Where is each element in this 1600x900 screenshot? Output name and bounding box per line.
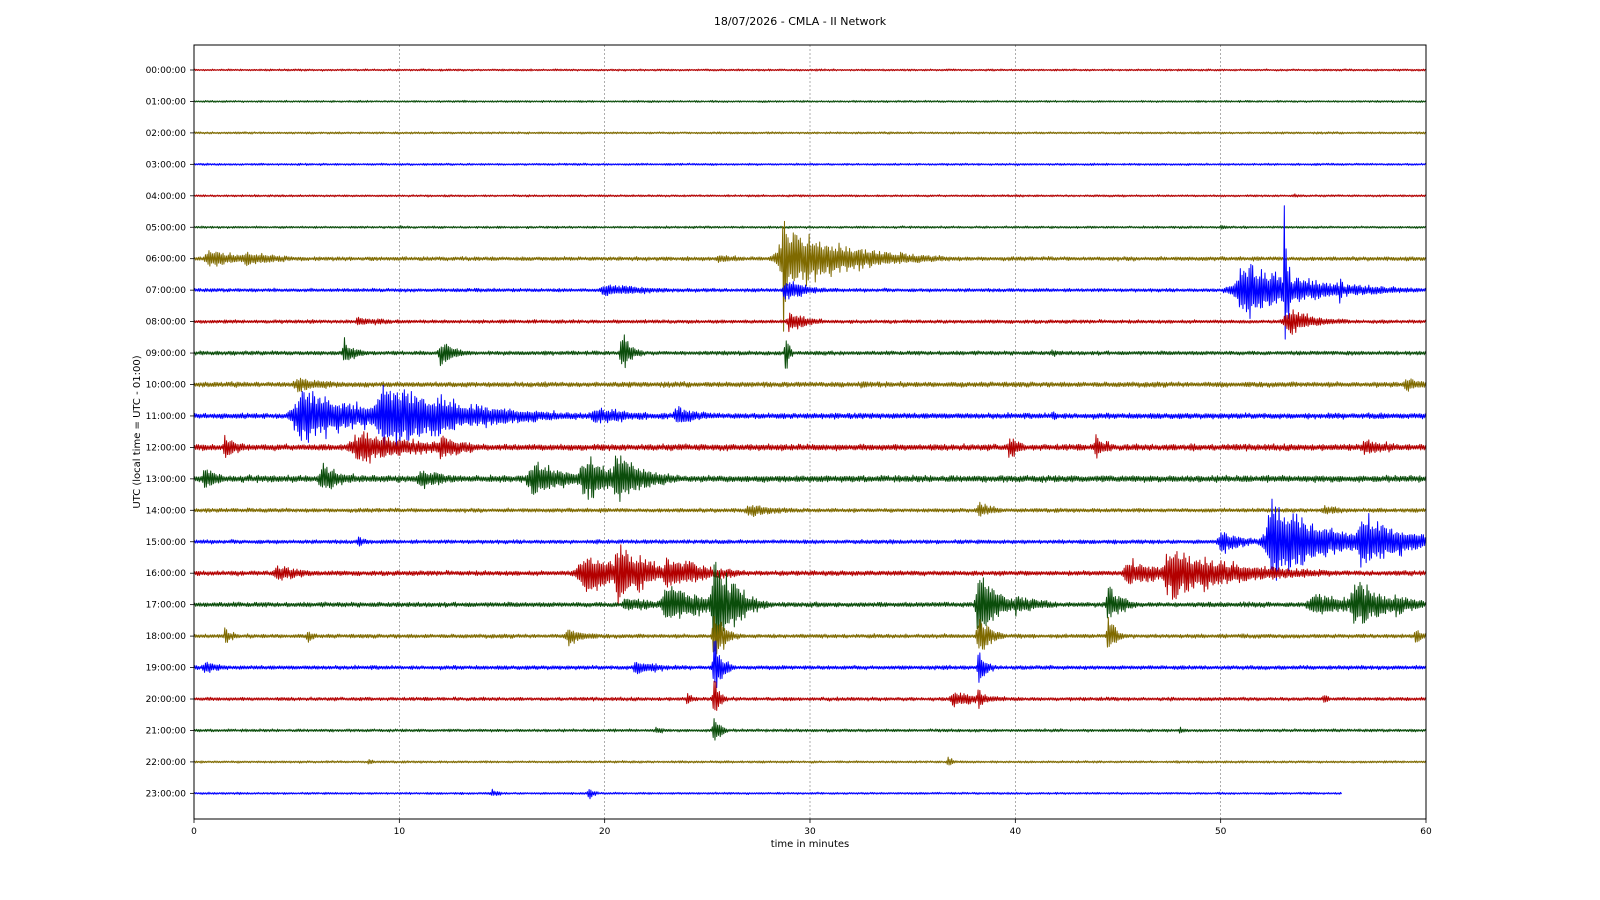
x-axis-title: time in minutes (771, 839, 850, 850)
y-tick-label: 09:00:00 (146, 349, 187, 359)
y-tick-labels: 00:00:00 01:00:00 02:00:00 03:00:00 04:00:00… (146, 66, 194, 799)
x-tick-label: 40 (1010, 827, 1022, 837)
seismogram-plot: 00:00:00 01:00:00 02:00:00 03:00:00 04:00:00… (132, 44, 1432, 850)
y-tick-label: 07:00:00 (146, 286, 187, 296)
y-tick-label: 06:00:00 (146, 255, 187, 265)
trace-03:00:00 (193, 162, 1427, 167)
trace-02:00:00 (193, 131, 1427, 135)
y-tick-label: 11:00:00 (146, 412, 187, 422)
y-tick-label: 00:00:00 (146, 66, 187, 76)
y-tick-label: 02:00:00 (146, 129, 187, 139)
y-tick-label: 01:00:00 (146, 97, 187, 107)
y-tick-label: 16:00:00 (146, 569, 187, 579)
grid-lines (399, 45, 1221, 819)
x-tick-label: 60 (1420, 827, 1432, 837)
x-tick-label: 30 (804, 827, 816, 837)
y-tick-label: 19:00:00 (146, 664, 187, 674)
x-tick-label: 10 (394, 827, 406, 837)
x-tick-label: 20 (599, 827, 611, 837)
y-tick-label: 05:00:00 (146, 223, 187, 233)
y-tick-label: 23:00:00 (146, 789, 187, 799)
trace-19:00:00 (193, 640, 1427, 689)
trace-23:00:00 (193, 788, 1342, 800)
y-tick-label: 15:00:00 (146, 538, 187, 548)
y-tick-label: 22:00:00 (146, 758, 187, 768)
trace-09:00:00 (193, 334, 1427, 369)
y-tick-label: 13:00:00 (146, 475, 187, 485)
y-tick-label: 12:00:00 (146, 443, 187, 453)
y-tick-label: 17:00:00 (146, 601, 187, 611)
y-tick-label: 14:00:00 (146, 506, 187, 516)
y-tick-label: 04:00:00 (146, 192, 187, 202)
y-tick-label: 20:00:00 (146, 695, 187, 705)
x-tick-label: 0 (191, 827, 197, 837)
x-tick-labels: 0 10 20 30 40 50 60 (191, 819, 1432, 837)
y-tick-label: 18:00:00 (146, 632, 187, 642)
trace-01:00:00 (193, 99, 1427, 104)
y-tick-label: 10:00:00 (146, 381, 187, 391)
y-tick-label: 21:00:00 (146, 726, 187, 736)
x-tick-label: 50 (1215, 827, 1227, 837)
y-axis-title: UTC (local time = UTC - 01:00) (132, 355, 143, 508)
y-tick-label: 08:00:00 (146, 318, 187, 328)
y-tick-label: 03:00:00 (146, 160, 187, 170)
